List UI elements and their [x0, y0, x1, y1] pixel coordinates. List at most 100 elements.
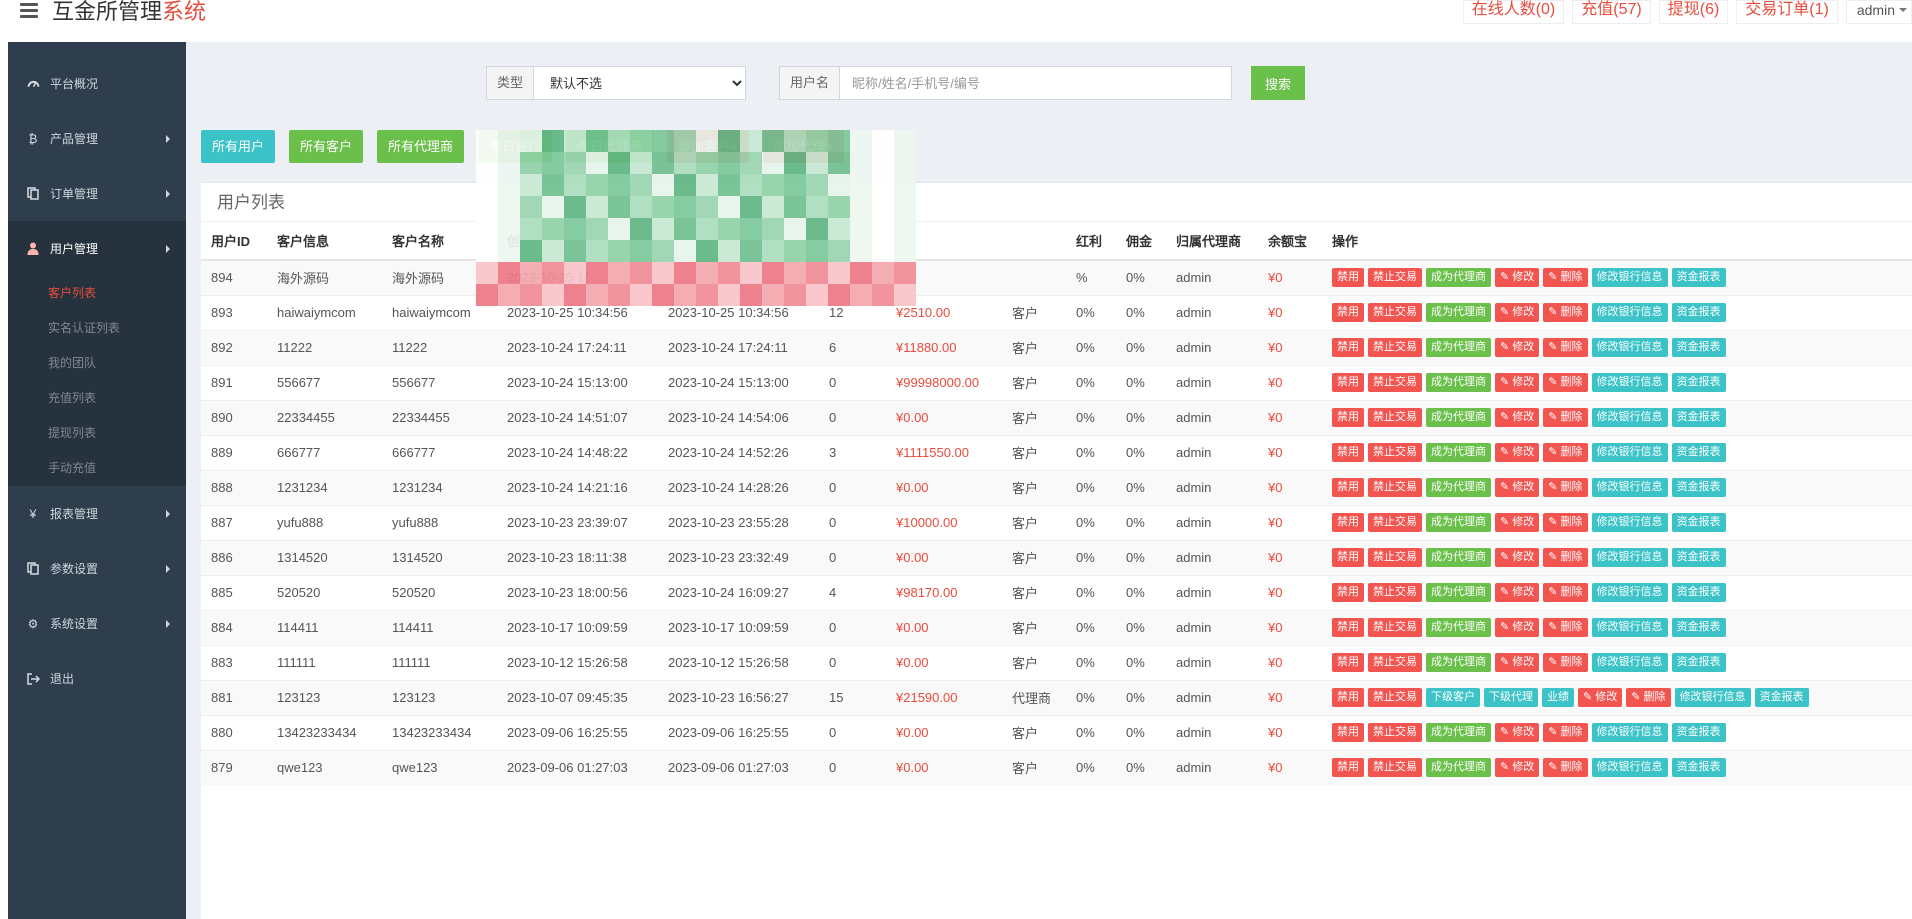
disable-button[interactable]: 禁用: [1332, 443, 1364, 462]
edit-button[interactable]: ✎ 修改: [1495, 443, 1540, 462]
submenu-recharge-list[interactable]: 充值列表: [8, 381, 186, 416]
edit-bank-info-button[interactable]: 修改银行信息: [1591, 373, 1668, 392]
edit-button[interactable]: ✎ 修改: [1495, 653, 1540, 672]
disable-button[interactable]: 禁用: [1332, 338, 1364, 357]
fund-report-button[interactable]: 资金报表: [1671, 303, 1726, 322]
make-agent-button[interactable]: 成为代理商: [1426, 758, 1491, 778]
delete-button[interactable]: ✎ 删除: [1543, 338, 1588, 357]
edit-bank-info-button[interactable]: 修改银行信息: [1591, 338, 1668, 357]
delete-button[interactable]: ✎ 删除: [1543, 618, 1588, 637]
ban-trading-button[interactable]: 禁止交易: [1368, 408, 1422, 427]
ban-trading-button[interactable]: 禁止交易: [1368, 548, 1422, 567]
disable-button[interactable]: 禁用: [1332, 618, 1364, 637]
edit-bank-info-button[interactable]: 修改银行信息: [1591, 583, 1668, 602]
delete-button[interactable]: ✎ 删除: [1543, 548, 1588, 567]
withdraw-link[interactable]: 提现(6): [1658, 0, 1729, 24]
ban-trading-button[interactable]: 禁止交易: [1368, 373, 1422, 392]
delete-button[interactable]: ✎ 删除: [1626, 688, 1671, 707]
make-agent-button[interactable]: 成为代理商: [1426, 548, 1491, 567]
edit-bank-info-button[interactable]: 修改银行信息: [1591, 303, 1668, 322]
sidebar-item-params[interactable]: 参数设置: [8, 541, 186, 596]
fund-report-button[interactable]: 资金报表: [1671, 758, 1726, 778]
tab-all-agents[interactable]: 所有代理商: [377, 130, 465, 163]
admin-dropdown[interactable]: admin: [1845, 0, 1912, 24]
edit-bank-info-button[interactable]: 修改银行信息: [1591, 618, 1668, 637]
performance-button[interactable]: 业绩: [1542, 688, 1574, 707]
sidebar-item-logout[interactable]: 退出: [8, 651, 186, 706]
make-agent-button[interactable]: 成为代理商: [1426, 513, 1491, 532]
fund-report-button[interactable]: 资金报表: [1671, 373, 1726, 392]
sidebar-item-products[interactable]: ₿ 产品管理: [8, 111, 186, 166]
edit-bank-info-button[interactable]: 修改银行信息: [1591, 478, 1668, 497]
delete-button[interactable]: ✎ 删除: [1543, 653, 1588, 672]
disable-button[interactable]: 禁用: [1332, 758, 1364, 778]
disable-button[interactable]: 禁用: [1332, 373, 1364, 392]
delete-button[interactable]: ✎ 删除: [1543, 303, 1588, 322]
ban-trading-button[interactable]: 禁止交易: [1368, 443, 1422, 462]
disable-button[interactable]: 禁用: [1332, 723, 1364, 742]
ban-trading-button[interactable]: 禁止交易: [1368, 338, 1422, 357]
fund-report-button[interactable]: 资金报表: [1671, 443, 1726, 462]
edit-bank-info-button[interactable]: 修改银行信息: [1591, 408, 1668, 427]
edit-bank-info-button[interactable]: 修改银行信息: [1591, 758, 1668, 778]
edit-button[interactable]: ✎ 修改: [1495, 268, 1540, 288]
ban-trading-button[interactable]: 禁止交易: [1368, 583, 1422, 602]
fund-report-button[interactable]: 资金报表: [1671, 583, 1726, 602]
edit-bank-info-button[interactable]: 修改银行信息: [1674, 688, 1751, 707]
ban-trading-button[interactable]: 禁止交易: [1368, 618, 1422, 637]
fund-report-button[interactable]: 资金报表: [1671, 338, 1726, 357]
sidebar-item-overview[interactable]: 平台概况: [8, 56, 186, 111]
ban-trading-button[interactable]: 禁止交易: [1368, 688, 1422, 707]
delete-button[interactable]: ✎ 删除: [1543, 443, 1588, 462]
disable-button[interactable]: 禁用: [1332, 303, 1364, 322]
submenu-verification-list[interactable]: 实名认证列表: [8, 311, 186, 346]
submenu-client-list[interactable]: 客户列表: [8, 276, 186, 311]
trade-orders-link[interactable]: 交易订单(1): [1736, 0, 1838, 24]
delete-button[interactable]: ✎ 删除: [1543, 478, 1588, 497]
edit-bank-info-button[interactable]: 修改银行信息: [1591, 443, 1668, 462]
edit-button[interactable]: ✎ 修改: [1495, 303, 1540, 322]
disable-button[interactable]: 禁用: [1332, 653, 1364, 672]
disable-button[interactable]: 禁用: [1332, 268, 1364, 288]
sub-clients-button[interactable]: 下级客户: [1426, 688, 1480, 707]
fund-report-button[interactable]: 资金报表: [1754, 688, 1809, 707]
ban-trading-button[interactable]: 禁止交易: [1368, 303, 1422, 322]
recharge-link[interactable]: 充值(57): [1572, 0, 1651, 24]
add-agent-button[interactable]: 添加代理+: [762, 130, 845, 163]
submenu-withdraw-list[interactable]: 提现列表: [8, 416, 186, 451]
edit-button[interactable]: ✎ 修改: [1495, 758, 1540, 778]
fund-report-button[interactable]: 资金报表: [1671, 268, 1726, 288]
fund-report-button[interactable]: 资金报表: [1671, 618, 1726, 637]
delete-button[interactable]: ✎ 删除: [1543, 513, 1588, 532]
search-button[interactable]: 搜索: [1251, 66, 1305, 100]
sub-agents-button[interactable]: 下级代理: [1484, 688, 1538, 707]
make-agent-button[interactable]: 成为代理商: [1426, 303, 1491, 322]
delete-button[interactable]: ✎ 删除: [1543, 583, 1588, 602]
edit-button[interactable]: ✎ 修改: [1495, 373, 1540, 392]
make-agent-button[interactable]: 成为代理商: [1426, 338, 1491, 357]
fund-report-button[interactable]: 资金报表: [1671, 478, 1726, 497]
ban-trading-button[interactable]: 禁止交易: [1368, 653, 1422, 672]
tab-today-agents[interactable]: 今日代理商: [566, 130, 654, 163]
fund-report-button[interactable]: 资金报表: [1671, 408, 1726, 427]
edit-button[interactable]: ✎ 修改: [1495, 548, 1540, 567]
sidebar-item-system[interactable]: ⚙ 系统设置: [8, 596, 186, 651]
disable-button[interactable]: 禁用: [1332, 583, 1364, 602]
edit-bank-info-button[interactable]: 修改银行信息: [1591, 548, 1668, 567]
tab-all-clients[interactable]: 所有客户: [289, 130, 364, 163]
make-agent-button[interactable]: 成为代理商: [1426, 408, 1491, 427]
make-agent-button[interactable]: 成为代理商: [1426, 478, 1491, 497]
edit-button[interactable]: ✎ 修改: [1495, 478, 1540, 497]
make-agent-button[interactable]: 成为代理商: [1426, 373, 1491, 392]
fund-report-button[interactable]: 资金报表: [1671, 723, 1726, 742]
edit-button[interactable]: ✎ 修改: [1495, 513, 1540, 532]
edit-bank-info-button[interactable]: 修改银行信息: [1591, 653, 1668, 672]
disable-button[interactable]: 禁用: [1332, 548, 1364, 567]
make-agent-button[interactable]: 成为代理商: [1426, 653, 1491, 672]
username-search-input[interactable]: [840, 66, 1233, 100]
sidebar-item-users[interactable]: 用户管理: [8, 221, 186, 276]
edit-button[interactable]: ✎ 修改: [1495, 408, 1540, 427]
make-agent-button[interactable]: 成为代理商: [1426, 268, 1491, 288]
delete-button[interactable]: ✎ 删除: [1543, 373, 1588, 392]
disable-button[interactable]: 禁用: [1332, 478, 1364, 497]
